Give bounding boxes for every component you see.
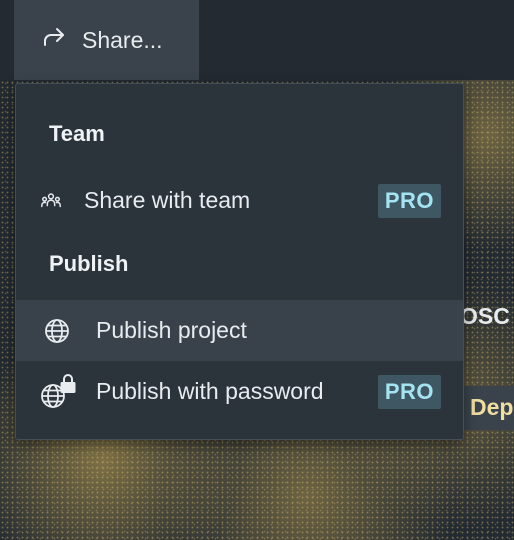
share-arrow-icon — [40, 23, 68, 57]
globe-icon — [42, 316, 72, 346]
globe-lock-icon — [38, 372, 80, 412]
background-text-peek: OSC — [460, 303, 510, 329]
share-button-label: Share... — [82, 26, 163, 53]
menu-item-publish-project[interactable]: Publish project — [16, 300, 463, 361]
pro-badge: PRO — [377, 183, 441, 218]
menu-item-label: Share with team — [84, 187, 251, 213]
menu-item-publish-with-password[interactable]: Publish with password PRO — [16, 361, 463, 422]
menu-item-label: Publish with password — [96, 378, 324, 404]
pro-badge: PRO — [377, 374, 441, 409]
top-toolbar: Share... — [0, 0, 514, 80]
share-dropdown-menu: Team Share with team PRO Publish Publish… — [15, 83, 464, 440]
menu-item-label: Publish project — [96, 317, 247, 343]
team-icon — [38, 188, 64, 214]
section-title-publish: Publish — [49, 251, 129, 276]
background-button-peek: Dep — [462, 386, 514, 430]
share-button[interactable]: Share... — [14, 0, 199, 80]
section-title-team: Team — [49, 121, 105, 146]
menu-item-share-with-team[interactable]: Share with team PRO — [16, 170, 463, 231]
